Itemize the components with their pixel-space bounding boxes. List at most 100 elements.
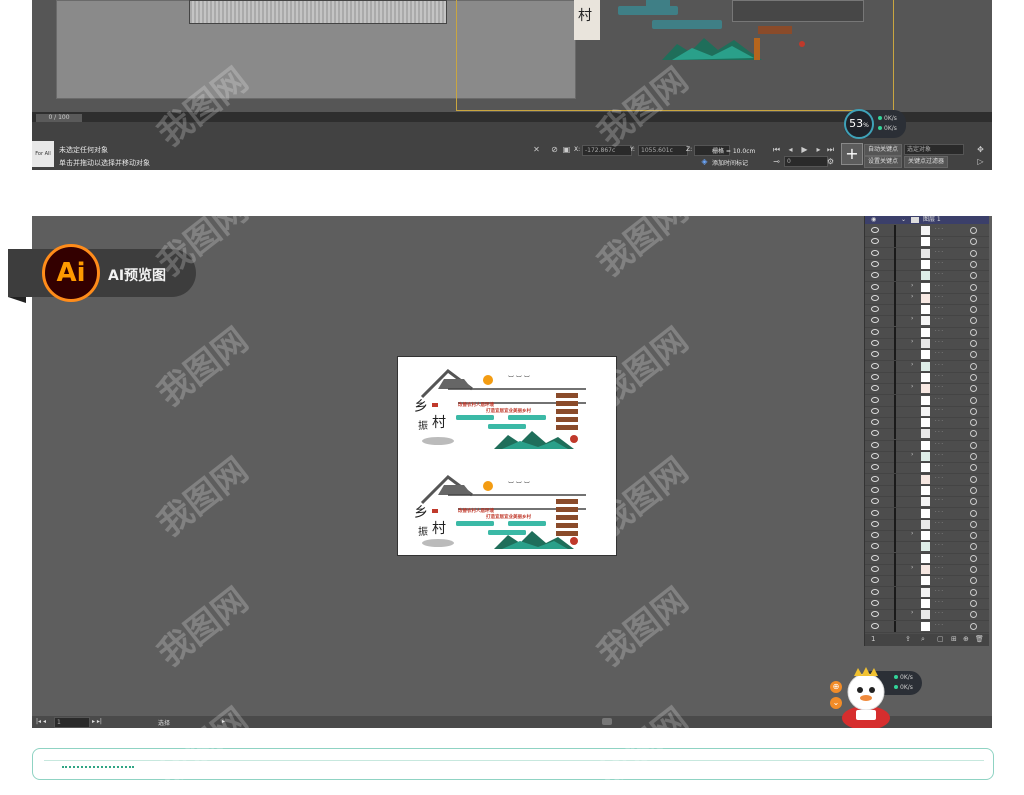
target-circle-icon[interactable]	[970, 611, 977, 619]
orbit-icon[interactable]: ✥	[976, 145, 985, 154]
layer-lock-slot[interactable]	[894, 473, 896, 485]
layer-lock-slot[interactable]	[894, 552, 896, 564]
expand-arrow-icon[interactable]: ›	[911, 383, 913, 390]
target-circle-icon[interactable]	[970, 464, 977, 472]
target-circle-icon[interactable]	[970, 306, 977, 314]
layer-visibility-icon[interactable]: ◉	[871, 216, 876, 224]
layer-lock-slot[interactable]	[894, 394, 896, 406]
layer-lock-slot[interactable]	[894, 405, 896, 417]
target-circle-icon[interactable]	[970, 340, 977, 347]
target-circle-icon[interactable]	[970, 453, 977, 460]
layer-lock-slot[interactable]	[894, 496, 896, 508]
layer-lock-slot[interactable]	[894, 484, 896, 496]
eye-icon[interactable]	[871, 294, 879, 301]
play-icon[interactable]: ▶	[800, 145, 809, 154]
layer-lock-slot[interactable]	[894, 270, 896, 282]
go-to-start-icon[interactable]: ⏮	[772, 145, 781, 154]
eye-icon[interactable]	[871, 396, 879, 403]
x-coordinate-field[interactable]: -172.867c	[582, 145, 632, 156]
layer-lock-slot[interactable]	[894, 518, 896, 530]
target-circle-icon[interactable]	[970, 249, 977, 257]
eye-icon[interactable]	[871, 464, 879, 471]
new-sublayer-icon[interactable]: ⊞	[951, 635, 957, 643]
target-circle-icon[interactable]	[970, 441, 977, 449]
expand-arrow-icon[interactable]: ›	[911, 338, 913, 345]
layer-name[interactable]: 图层 1	[923, 216, 941, 224]
key-filter-button[interactable]: 关键点过滤器	[904, 156, 949, 168]
set-key-plus-button[interactable]: +	[841, 143, 863, 165]
layer-lock-slot[interactable]	[894, 292, 896, 304]
eye-icon[interactable]	[871, 362, 879, 369]
eye-icon[interactable]	[871, 475, 879, 482]
target-circle-icon[interactable]	[970, 543, 977, 551]
eye-icon[interactable]	[871, 486, 879, 493]
next-frame-icon[interactable]: ▸	[814, 145, 823, 154]
target-circle-icon[interactable]	[970, 419, 977, 427]
eye-icon[interactable]	[871, 520, 879, 527]
target-circle-icon[interactable]	[970, 385, 977, 393]
target-circle-icon[interactable]	[970, 227, 977, 234]
layer-lock-slot[interactable]	[894, 258, 896, 270]
pan-icon[interactable]: ▷	[976, 157, 985, 166]
eye-icon[interactable]	[871, 373, 879, 380]
eye-icon[interactable]	[871, 227, 879, 233]
status-menu-icon[interactable]: ▸	[222, 718, 225, 725]
target-circle-icon[interactable]	[970, 328, 977, 336]
layer-row[interactable]: . . .	[865, 620, 989, 633]
layer-lock-slot[interactable]	[894, 371, 896, 383]
expand-arrow-icon[interactable]: ›	[911, 530, 913, 537]
target-circle-icon[interactable]	[970, 260, 977, 268]
eye-icon[interactable]	[871, 249, 879, 256]
target-circle-icon[interactable]	[970, 486, 977, 494]
layer-lock-slot[interactable]	[894, 247, 896, 259]
horizontal-scrollbar-thumb[interactable]	[602, 718, 612, 725]
next-artboard-icon[interactable]: ▸ ▸|	[92, 718, 102, 725]
add-time-tag-button[interactable]: 添加时间标记	[712, 158, 748, 167]
target-circle-icon[interactable]	[970, 362, 977, 370]
eye-icon[interactable]	[871, 351, 879, 358]
target-circle-icon[interactable]	[970, 373, 977, 381]
max-viewport[interactable]: 村	[32, 0, 992, 112]
target-circle-icon[interactable]	[970, 272, 977, 280]
layer-lock-slot[interactable]	[894, 609, 896, 621]
eye-icon[interactable]	[871, 453, 879, 459]
target-circle-icon[interactable]	[970, 622, 977, 630]
expand-arrow-icon[interactable]: ›	[911, 282, 913, 289]
new-layer-icon[interactable]: ⊕	[963, 635, 969, 643]
target-circle-icon[interactable]	[970, 599, 977, 607]
layer-lock-slot[interactable]	[894, 225, 896, 236]
layer-lock-slot[interactable]	[894, 360, 896, 372]
layer-header-row[interactable]: ◉ ⌄ 图层 1	[865, 216, 989, 224]
layer-lock-slot[interactable]	[894, 620, 896, 632]
expand-arrow-icon[interactable]: ›	[911, 315, 913, 322]
eye-icon[interactable]	[871, 260, 879, 267]
key-mode-icon[interactable]: ⊸	[772, 157, 781, 166]
eye-icon[interactable]	[871, 554, 879, 561]
eye-icon[interactable]	[871, 272, 879, 279]
target-circle-icon[interactable]	[970, 396, 977, 404]
expand-arrow-icon[interactable]: ›	[911, 293, 913, 300]
set-key-button[interactable]: 设置关键点	[864, 156, 903, 168]
time-config-icon[interactable]: ⚙	[826, 157, 835, 166]
layer-lock-slot[interactable]	[894, 541, 896, 553]
eye-icon[interactable]	[871, 577, 879, 584]
layer-lock-slot[interactable]	[894, 564, 896, 575]
selected-object-dropdown[interactable]: 选定对象	[904, 144, 964, 155]
go-to-end-icon[interactable]: ⏭	[826, 145, 835, 154]
eye-icon[interactable]	[871, 543, 879, 550]
layers-panel[interactable]: ◉ ⌄ 图层 1 1 ⇪ ⌕ ▢ ⊞ ⊕ 🗑 . . . . . . . . . . …	[864, 216, 989, 646]
eye-icon[interactable]	[871, 566, 879, 572]
target-circle-icon[interactable]	[970, 430, 977, 438]
layer-lock-slot[interactable]	[894, 575, 896, 587]
layer-lock-slot[interactable]	[894, 586, 896, 598]
layer-lock-slot[interactable]	[894, 417, 896, 429]
time-tag-icon[interactable]: ◈	[700, 157, 709, 166]
target-circle-icon[interactable]	[970, 283, 977, 291]
lock-icon[interactable]: ✕	[532, 145, 541, 154]
eye-icon[interactable]	[871, 498, 879, 505]
expand-arrow-icon[interactable]: ›	[911, 451, 913, 458]
layer-lock-slot[interactable]	[894, 383, 896, 395]
layer-lock-slot[interactable]	[894, 507, 896, 519]
eye-icon[interactable]	[871, 532, 879, 539]
layer-lock-slot[interactable]	[894, 597, 896, 609]
